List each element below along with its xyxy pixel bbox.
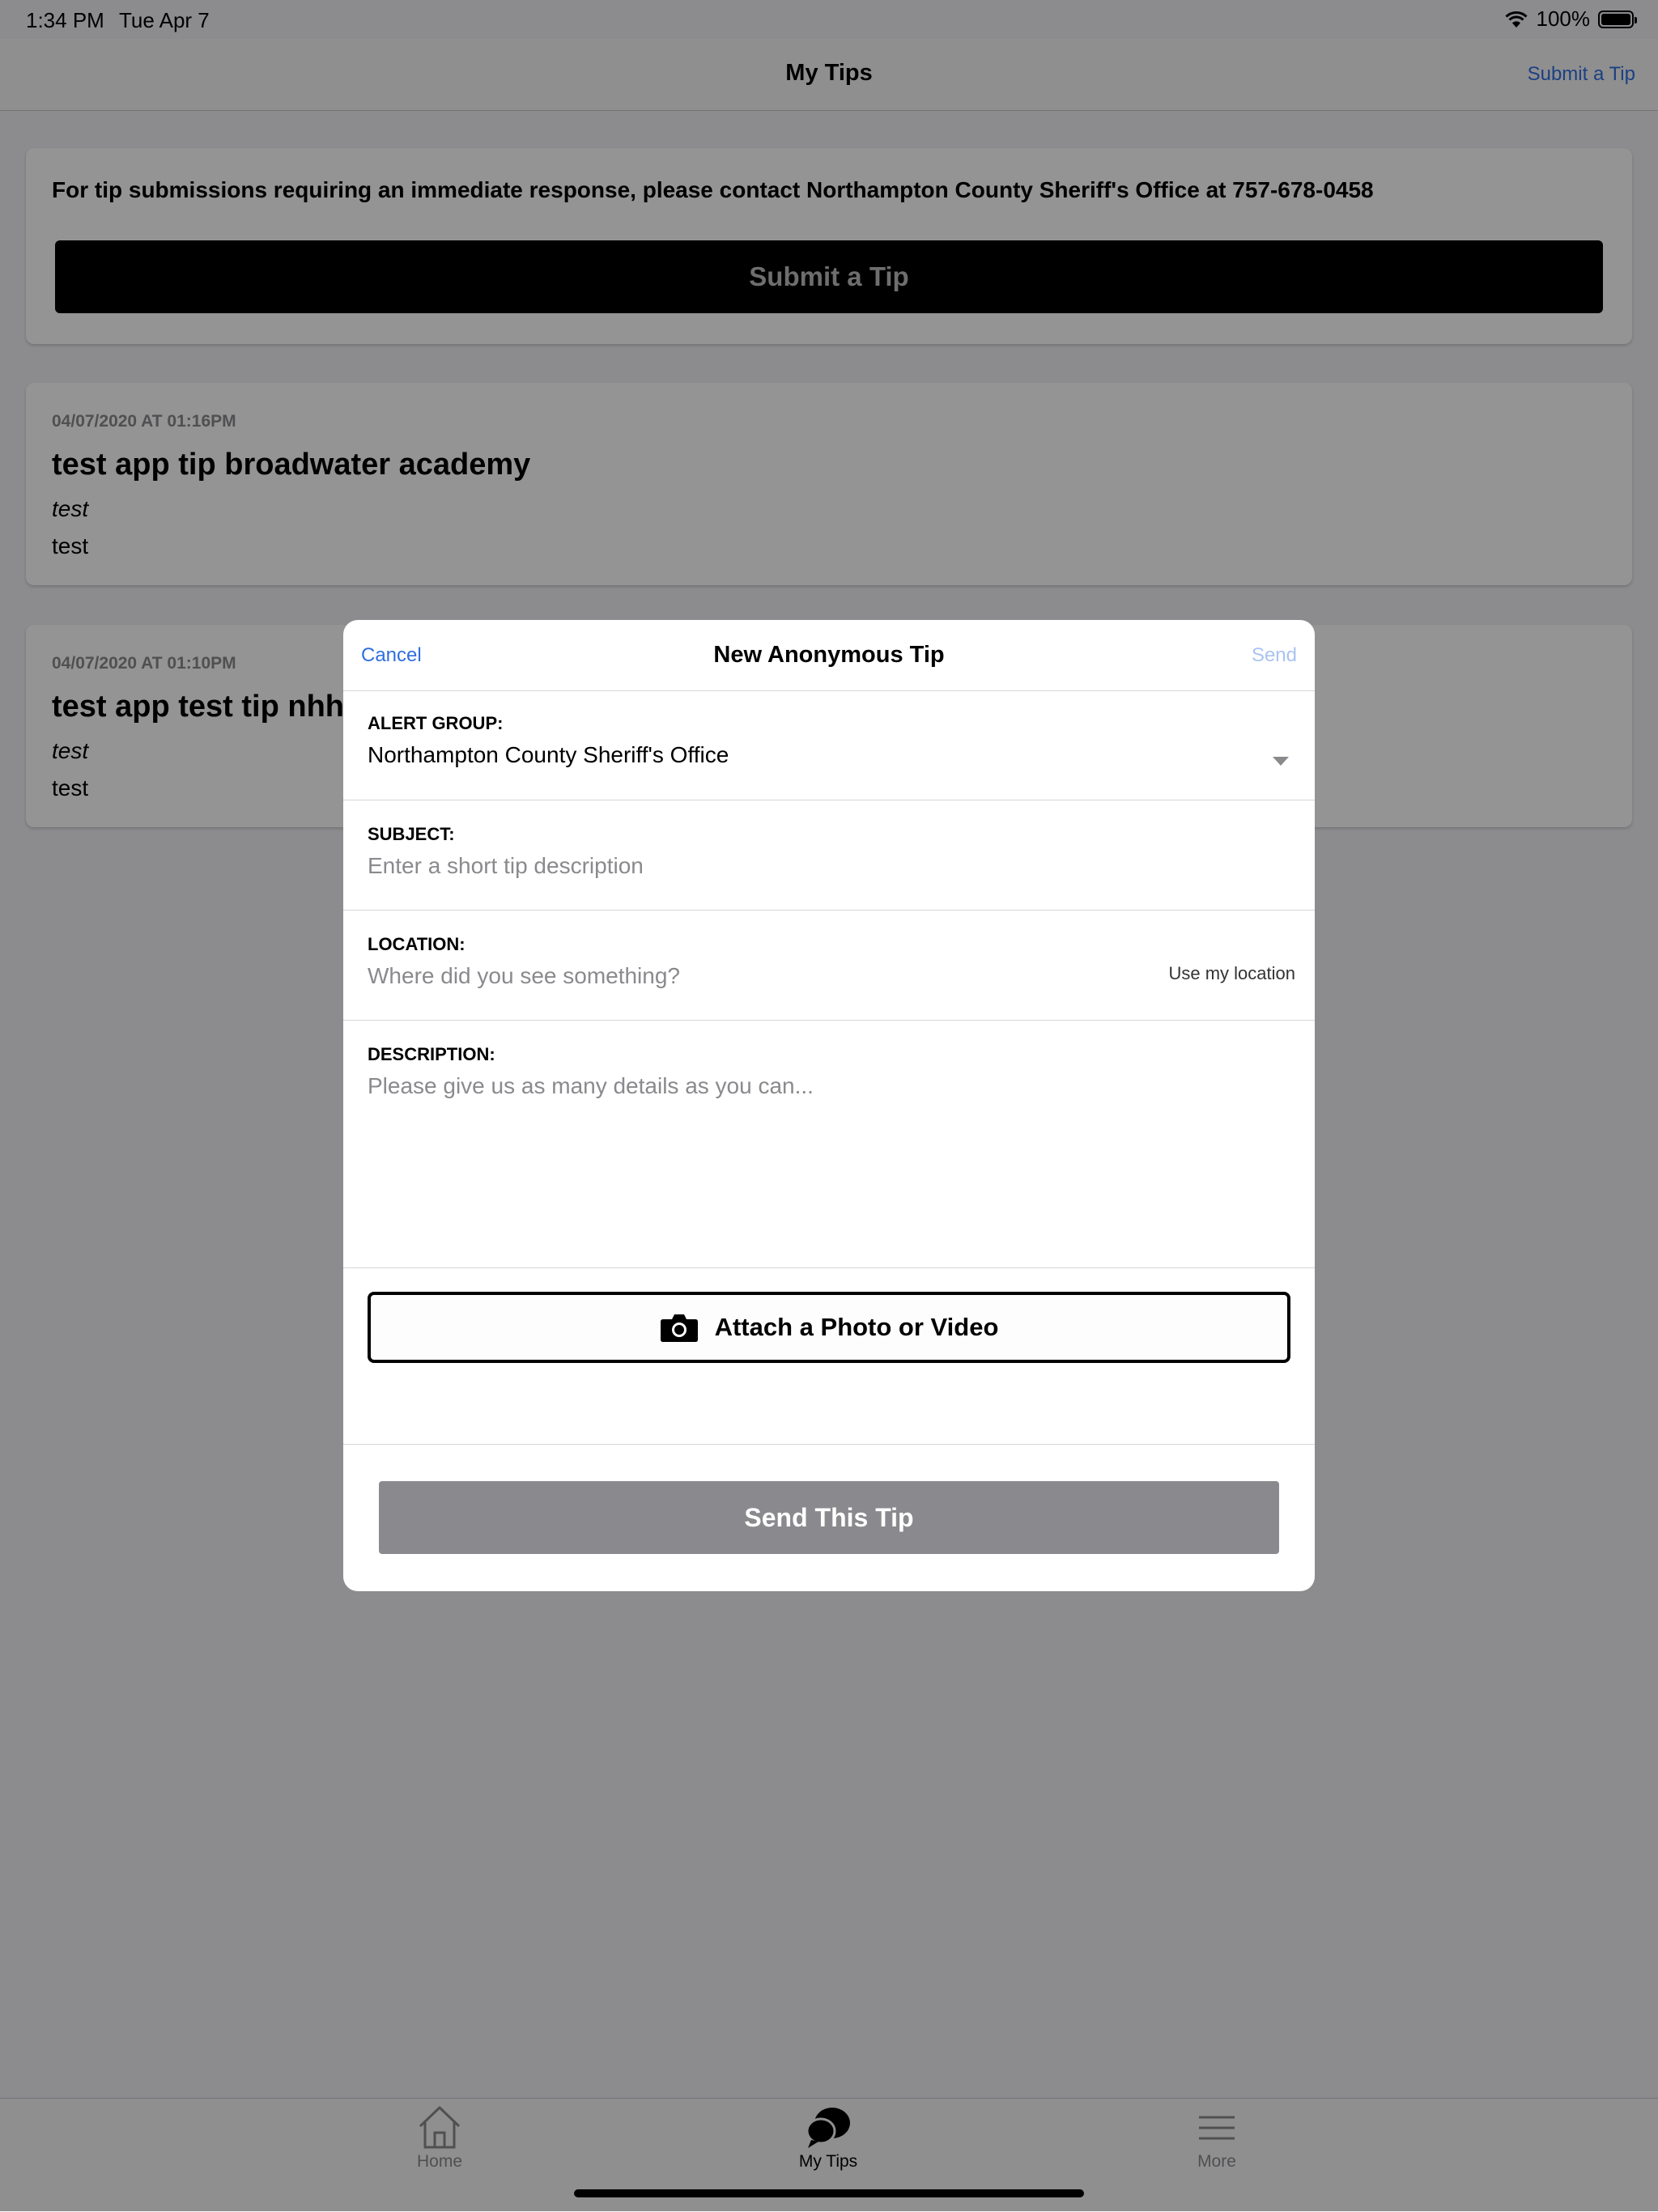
- attach-label: Attach a Photo or Video: [714, 1313, 999, 1341]
- location-field[interactable]: LOCATION: Where did you see something? U…: [343, 910, 1315, 1021]
- alert-group-select[interactable]: ALERT GROUP: Northampton County Sheriff'…: [343, 690, 1315, 800]
- new-tip-modal: Cancel New Anonymous Tip Send ALERT GROU…: [343, 620, 1315, 1591]
- chevron-down-icon: [1273, 757, 1289, 766]
- subject-input[interactable]: Enter a short tip description: [368, 853, 644, 879]
- description-input[interactable]: Please give us as many details as you ca…: [368, 1073, 814, 1099]
- alert-group-value: Northampton County Sheriff's Office: [368, 742, 729, 767]
- send-this-tip-button[interactable]: Send This Tip: [379, 1481, 1279, 1554]
- subject-label: SUBJECT:: [368, 824, 455, 844]
- location-input[interactable]: Where did you see something?: [368, 963, 680, 989]
- attachment-section: Attach a Photo or Video: [343, 1267, 1315, 1445]
- subject-field[interactable]: SUBJECT: Enter a short tip description: [343, 800, 1315, 911]
- send-button[interactable]: Send: [1252, 644, 1297, 667]
- modal-header: Cancel New Anonymous Tip Send: [343, 620, 1315, 691]
- description-field[interactable]: DESCRIPTION: Please give us as many deta…: [343, 1020, 1315, 1268]
- modal-title: New Anonymous Tip: [713, 642, 945, 668]
- home-indicator[interactable]: [574, 2189, 1084, 2197]
- description-label: DESCRIPTION:: [368, 1044, 495, 1064]
- attach-media-button[interactable]: Attach a Photo or Video: [368, 1292, 1290, 1363]
- use-my-location-button[interactable]: Use my location: [1168, 963, 1295, 984]
- location-label: LOCATION:: [368, 934, 466, 954]
- camera-icon: [660, 1312, 699, 1343]
- alert-group-label: ALERT GROUP:: [368, 713, 504, 733]
